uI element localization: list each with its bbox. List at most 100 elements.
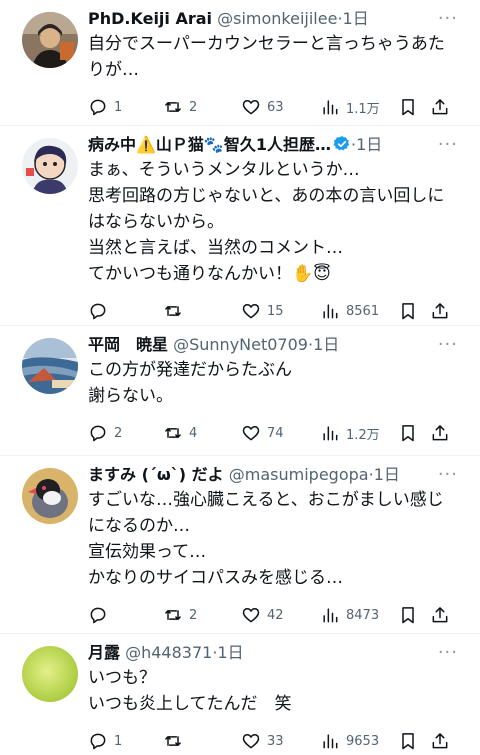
views-count: 8561 [346, 303, 380, 319]
views-icon [323, 734, 338, 749]
tweet-text: 自分でスーパーカウンセラーと言っちゃうあた りが… [88, 31, 464, 83]
share-button[interactable] [430, 595, 450, 635]
timestamp[interactable]: 1日 [374, 465, 400, 484]
tweet-text: いつも？ いつも炎上してたんだ 笑 [88, 665, 464, 717]
share-button[interactable] [430, 291, 450, 331]
bookmark-button[interactable] [398, 87, 418, 127]
views-button[interactable]: 8473 [320, 595, 379, 635]
avatar[interactable] [22, 138, 78, 194]
timestamp[interactable]: 1日 [356, 135, 382, 154]
like-count: 42 [267, 607, 284, 623]
bookmark-button[interactable] [398, 291, 418, 331]
retweet-button[interactable]: 4 [163, 413, 197, 453]
display-name[interactable]: 平岡 暁星 [88, 335, 168, 354]
action-bar: 15 8561 [88, 291, 464, 331]
views-count: 8473 [346, 607, 380, 623]
handle[interactable]: @h448371 [125, 643, 212, 662]
like-count: 33 [267, 733, 284, 749]
more-icon[interactable]: ··· [438, 334, 458, 355]
reply-icon [90, 425, 106, 442]
tweet[interactable]: ··· PhD.Keiji Arai @simonkeijilee·1日 自分で… [0, 0, 480, 126]
tweet[interactable]: ··· 病み中⚠️山Ｐ猫🐾智久1人担歴… ·1日 まぁ、そういうメンタルというか…… [0, 126, 480, 326]
like-button[interactable]: 74 [241, 413, 284, 453]
like-button[interactable]: 63 [241, 87, 284, 127]
bookmark-button[interactable] [398, 595, 418, 635]
bookmark-button[interactable] [398, 721, 418, 755]
display-name[interactable]: 病み中⚠️山Ｐ猫🐾智久1人担歴… [88, 135, 331, 154]
reply-icon [90, 607, 106, 624]
views-button[interactable]: 9653 [320, 721, 379, 755]
display-name[interactable]: PhD.Keiji Arai [88, 9, 212, 28]
avatar[interactable] [22, 468, 78, 524]
more-icon[interactable]: ··· [438, 134, 458, 155]
views-icon [323, 608, 338, 623]
timestamp[interactable]: 1日 [343, 9, 369, 28]
like-count: 74 [267, 425, 284, 441]
reply-count: 2 [114, 425, 123, 441]
avatar[interactable] [22, 12, 78, 68]
tweet-text: この方が発達だからたぶん 謝らない。 [88, 357, 464, 409]
handle[interactable]: @simonkeijilee [217, 9, 337, 28]
tweet-line: になるのか… [88, 516, 190, 536]
avatar[interactable] [22, 338, 78, 394]
tweet[interactable]: ··· 月露 @h448371·1日 いつも？ いつも炎上してたんだ 笑 1 3… [0, 634, 480, 755]
retweet-button[interactable] [163, 291, 189, 331]
like-count: 15 [267, 303, 284, 319]
tweet-line: 宣伝効果って… [88, 542, 207, 562]
reply-button[interactable] [88, 595, 114, 635]
retweet-count: 2 [189, 607, 198, 623]
reply-button[interactable]: 1 [88, 721, 122, 755]
views-count: 1.1万 [346, 101, 380, 117]
more-icon[interactable]: ··· [438, 642, 458, 663]
reply-button[interactable]: 2 [88, 413, 122, 453]
action-bar: 2 42 8473 [88, 595, 464, 635]
more-icon[interactable]: ··· [438, 8, 458, 29]
retweet-icon [165, 610, 181, 620]
bookmark-button[interactable] [398, 413, 418, 453]
retweet-icon [165, 736, 181, 746]
share-button[interactable] [430, 721, 450, 755]
share-icon [432, 425, 448, 441]
bookmark-icon [402, 99, 414, 116]
like-button[interactable]: 15 [241, 291, 284, 331]
tweet-line: りが… [88, 60, 139, 80]
handle[interactable]: @SunnyNet0709 [173, 335, 308, 354]
action-bar: 1 2 63 1.1万 [88, 87, 464, 127]
reply-button[interactable] [88, 291, 114, 331]
more-icon[interactable]: ··· [438, 464, 458, 485]
tweet-line: すごいな…強心臓こえると、おこがましい感じ [88, 490, 444, 510]
bookmark-icon [402, 425, 414, 442]
views-button[interactable]: 8561 [320, 291, 379, 331]
display-name[interactable]: 月露 [88, 643, 120, 662]
tweet[interactable]: ··· 平岡 暁星 @SunnyNet0709·1日 この方が発達だからたぶん … [0, 326, 480, 456]
tweet[interactable]: ··· ますみ (´ω`) だよ @masumipegopa·1日 すごいな…強… [0, 456, 480, 634]
like-button[interactable]: 33 [241, 721, 284, 755]
heart-icon [242, 608, 260, 623]
views-button[interactable]: 1.2万 [320, 413, 380, 453]
like-button[interactable]: 42 [241, 595, 284, 635]
tweet-header: PhD.Keiji Arai @simonkeijilee·1日 [88, 8, 464, 30]
views-count: 9653 [346, 733, 380, 749]
reply-count: 1 [114, 99, 123, 115]
timeline: ··· PhD.Keiji Arai @simonkeijilee·1日 自分で… [0, 0, 480, 755]
share-button[interactable] [430, 413, 450, 453]
timestamp[interactable]: 1日 [313, 335, 339, 354]
share-button[interactable] [430, 87, 450, 127]
timestamp[interactable]: 1日 [217, 643, 243, 662]
reply-icon [90, 303, 106, 320]
handle[interactable]: @masumipegopa [229, 465, 369, 484]
tweet-line: いつも？ [88, 668, 156, 688]
tweet-header: ますみ (´ω`) だよ @masumipegopa·1日 [88, 464, 464, 486]
reply-button[interactable]: 1 [88, 87, 122, 127]
display-name[interactable]: ますみ (´ω`) だよ [88, 465, 224, 484]
reply-icon [90, 99, 106, 116]
retweet-icon [165, 306, 181, 316]
heart-icon [242, 734, 260, 749]
retweet-button[interactable]: 2 [163, 87, 197, 127]
retweet-button[interactable]: 2 [163, 595, 197, 635]
retweet-button[interactable] [163, 721, 189, 755]
share-icon [432, 303, 448, 319]
views-button[interactable]: 1.1万 [320, 87, 380, 127]
avatar[interactable] [22, 646, 78, 702]
bookmark-icon [402, 733, 414, 750]
